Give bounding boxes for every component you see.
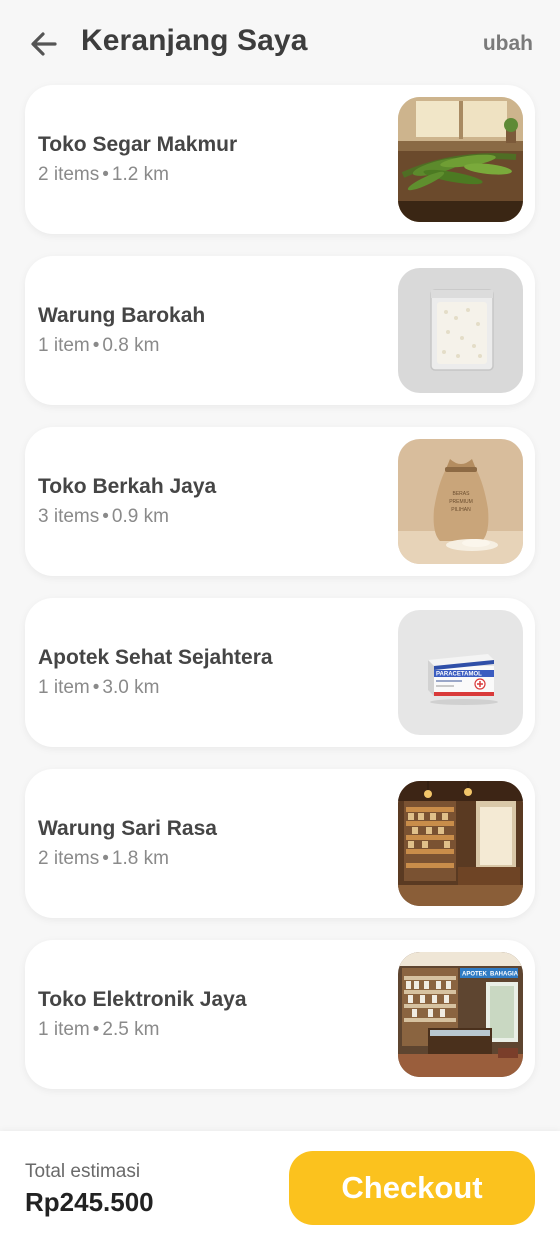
- item-count: 2 items: [38, 164, 100, 185]
- sign-label-bahagia: BAHAGIA: [490, 972, 519, 978]
- edit-button[interactable]: ubah: [483, 32, 533, 56]
- store-card[interactable]: Warung Barokah 1 item • 0.8 km: [25, 256, 535, 405]
- store-thumbnail: PARACETAMOL: [398, 610, 523, 735]
- arrow-left-icon: [31, 32, 57, 56]
- store-list: Toko Segar Makmur 2 items • 1.2 km Warun…: [25, 85, 535, 1111]
- store-card[interactable]: Toko Berkah Jaya 3 items • 0.9 km BERAS PR…: [25, 427, 535, 576]
- store-meta: 2 items • 1.8 km: [38, 847, 217, 871]
- store-meta: 1 item • 0.8 km: [38, 334, 205, 358]
- separator-dot: •: [102, 164, 109, 185]
- store-distance: 0.9 km: [111, 506, 169, 527]
- store-info: Toko Segar Makmur 2 items • 1.2 km: [38, 132, 237, 187]
- item-count: 2 items: [38, 848, 100, 869]
- store-card[interactable]: Toko Segar Makmur 2 items • 1.2 km: [25, 85, 535, 234]
- store-info: Warung Barokah 1 item • 0.8 km: [38, 303, 205, 358]
- store-thumbnail: [398, 97, 523, 222]
- paracetamol-box-image: PARACETAMOL: [398, 610, 523, 735]
- store-name: Toko Elektronik Jaya: [38, 988, 247, 1011]
- store-name: Toko Segar Makmur: [38, 133, 238, 156]
- sack-label-line-3: PILIHAN: [451, 507, 471, 513]
- checkout-footer: Total estimasi Rp245.500 Checkout: [0, 1131, 560, 1244]
- checkout-button[interactable]: Checkout: [289, 1151, 535, 1225]
- store-info: Warung Sari Rasa 2 items • 1.8 km: [38, 816, 217, 871]
- store-name: Toko Berkah Jaya: [38, 475, 217, 498]
- store-name: Apotek Sehat Sejahtera: [38, 646, 273, 669]
- store-thumbnail: [398, 268, 523, 393]
- store-meta: 3 items • 0.9 km: [38, 505, 216, 529]
- store-thumbnail: [398, 781, 523, 906]
- separator-dot: •: [92, 335, 100, 356]
- store-meta: 1 item • 3.0 km: [38, 676, 273, 700]
- store-meta: 2 items • 1.2 km: [38, 163, 237, 187]
- box-label-paracetamol: PARACETAMOL: [436, 672, 482, 678]
- store-distance: 2.5 km: [102, 1019, 160, 1040]
- total-value: Rp245.500: [25, 1187, 154, 1217]
- back-button[interactable]: [26, 26, 62, 62]
- item-count: 1 item: [38, 335, 90, 356]
- store-name: Warung Sari Rasa: [38, 817, 217, 840]
- pharmacy-store-image: APOTEK BAHAGIA: [398, 952, 523, 1077]
- sack-label-line-1: BERAS: [453, 491, 471, 497]
- item-count: 3 items: [38, 506, 100, 527]
- sign-label-apotek: APOTEK: [462, 972, 488, 978]
- store-card[interactable]: Toko Elektronik Jaya 1 item • 2.5 km APOTE…: [25, 940, 535, 1089]
- store-info: Toko Berkah Jaya 3 items • 0.9 km: [38, 474, 216, 529]
- store-distance: 1.2 km: [111, 164, 169, 185]
- sack-label-line-2: PREMIUM: [449, 499, 473, 505]
- store-distance: 3.0 km: [102, 677, 160, 698]
- item-count: 1 item: [38, 677, 90, 698]
- separator-dot: •: [102, 506, 109, 527]
- store-name: Warung Barokah: [38, 304, 206, 327]
- separator-dot: •: [92, 677, 100, 698]
- store-card[interactable]: Warung Sari Rasa 2 items • 1.8 km: [25, 769, 535, 918]
- store-distance: 0.8 km: [102, 335, 160, 356]
- herbs-on-table-image: [398, 97, 523, 222]
- separator-dot: •: [102, 848, 109, 869]
- store-thumbnail: APOTEK BAHAGIA: [398, 952, 523, 1077]
- store-thumbnail: BERAS PREMIUM PILIHAN: [398, 439, 523, 564]
- store-info: Toko Elektronik Jaya 1 item • 2.5 km: [38, 987, 247, 1042]
- rice-sack-image: BERAS PREMIUM PILIHAN: [398, 439, 523, 564]
- store-info: Apotek Sehat Sejahtera 1 item • 3.0 km: [38, 645, 273, 700]
- rice-bag-image: [398, 268, 523, 393]
- page-title: Keranjang Saya: [81, 24, 308, 57]
- separator-dot: •: [92, 1019, 100, 1040]
- store-distance: 1.8 km: [111, 848, 169, 869]
- store-card[interactable]: Apotek Sehat Sejahtera 1 item • 3.0 km PAR…: [25, 598, 535, 747]
- cart-page: Keranjang Saya ubah Toko Segar Makmur 2 …: [0, 0, 560, 1244]
- item-count: 1 item: [38, 1019, 90, 1040]
- store-meta: 1 item • 2.5 km: [38, 1018, 247, 1042]
- app-header: Keranjang Saya ubah: [0, 0, 560, 88]
- grocery-store-image: [398, 781, 523, 906]
- total-label: Total estimasi: [25, 1161, 141, 1182]
